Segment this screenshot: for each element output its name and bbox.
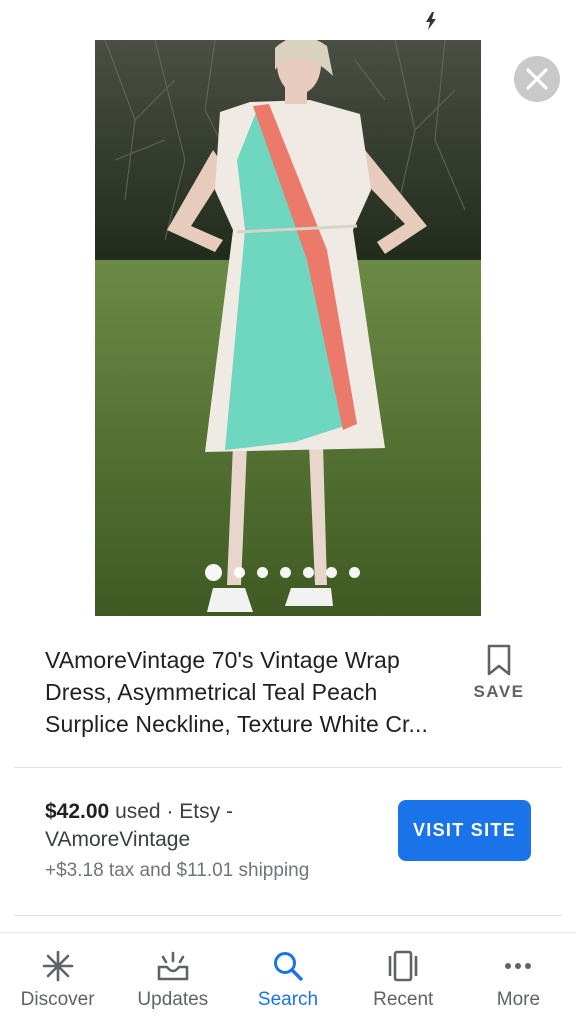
condition-store: used · Etsy - [109,800,233,823]
more-dots-icon [505,963,532,969]
nav-discover[interactable]: Discover [0,933,115,1024]
flash-bolt-icon [426,12,436,30]
carousel-dot[interactable] [302,566,314,578]
nav-label: More [496,989,541,1010]
price-line: $42.00 used · Etsy - [45,798,385,826]
carousel-dot[interactable] [256,566,268,578]
close-button[interactable] [514,56,560,102]
carousel-dot[interactable] [325,566,337,578]
status-bar [0,0,576,40]
nav-label: Updates [137,989,209,1010]
search-icon [274,952,303,981]
bottom-navigation: Discover Updates Search Recent More [0,932,576,1024]
product-title[interactable]: VAmoreVintage 70's Vintage Wrap Dress, A… [45,644,465,740]
product-title-line: Surplice Neckline, Texture White Cr... [45,711,429,737]
save-button[interactable]: SAVE [466,644,532,710]
nav-label: Discover [20,989,95,1010]
close-icon [526,68,548,90]
bookmark-icon [487,644,511,676]
product-title-line: VAmoreVintage 70's Vintage Wrap [45,647,400,673]
tax-shipping: +$3.18 tax and $11.01 shipping [45,860,310,881]
carousel-dot-active[interactable] [204,563,222,581]
nav-updates[interactable]: Updates [115,933,230,1024]
product-detail-screen: VAmoreVintage 70's Vintage Wrap Dress, A… [0,0,576,1024]
nav-search[interactable]: Search [230,933,345,1024]
price: $42.00 [45,800,110,823]
save-label: SAVE [473,682,525,701]
updates-tray-icon [157,951,189,981]
seller-name: VAmoreVintage [45,828,191,851]
carousel-dot[interactable] [279,566,291,578]
nav-label: Search [257,989,319,1010]
nav-label: Recent [373,989,434,1010]
divider [14,767,562,768]
product-photo[interactable] [95,40,481,616]
divider [14,915,562,916]
carousel-dot[interactable] [233,566,245,578]
carousel-indicator [89,562,475,582]
asterisk-icon [42,950,73,982]
recent-cards-icon [388,950,418,982]
dress-photo-illustration [95,40,481,616]
visit-site-button[interactable]: VISIT SITE [398,800,531,861]
product-title-line: Dress, Asymmetrical Teal Peach [45,679,378,705]
price-block: $42.00 used · Etsy - VAmoreVintage +$3.1… [45,798,385,888]
carousel-dot[interactable] [348,566,360,578]
nav-recent[interactable]: Recent [346,933,461,1024]
nav-more[interactable]: More [461,933,576,1024]
